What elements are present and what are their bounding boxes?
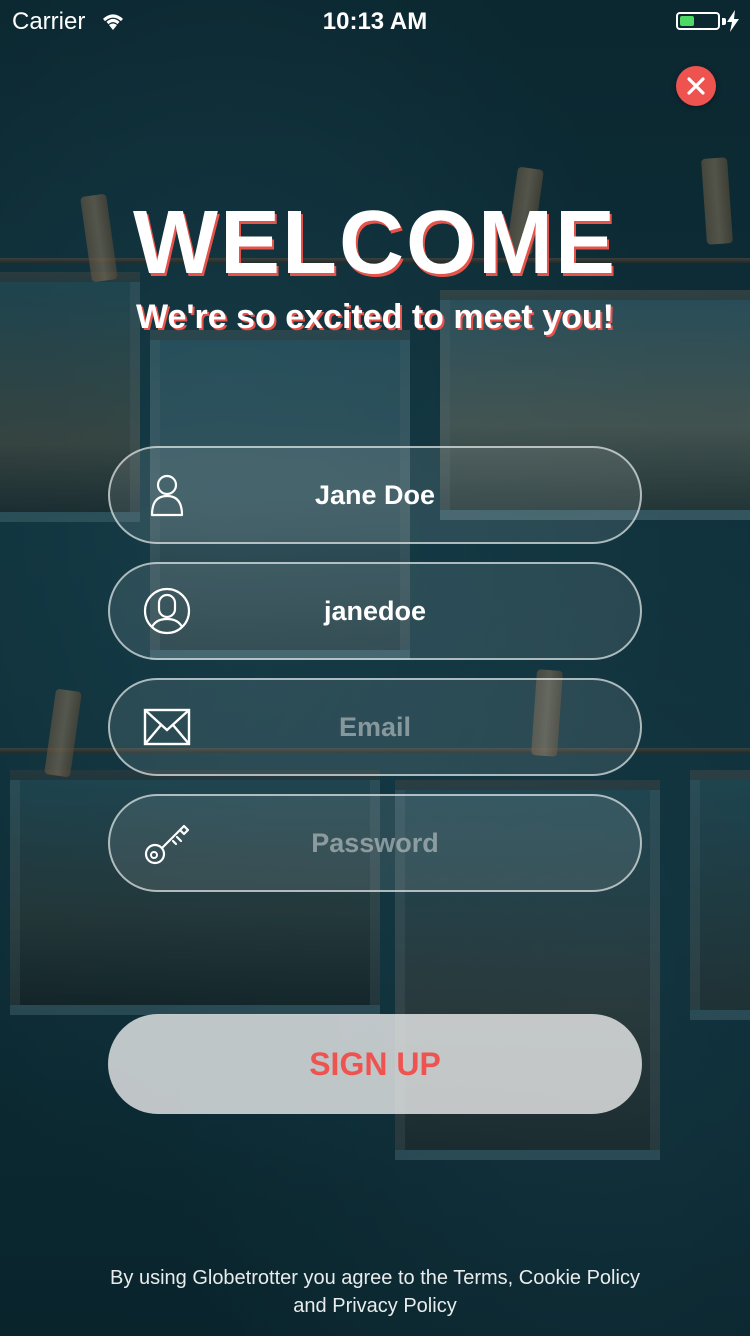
sign-up-button[interactable]: SIGN UP	[108, 1014, 642, 1114]
page-subtitle: We're so excited to meet you!	[136, 298, 614, 336]
charging-bolt-icon	[727, 10, 739, 32]
close-icon	[687, 77, 705, 95]
password-field[interactable]: Password	[108, 794, 642, 892]
user-icon	[150, 474, 184, 517]
full-name-value: Jane Doe	[314, 480, 436, 510]
signup-screen: Carrier 10:13 AM WELCOME We're so excite…	[0, 0, 750, 1336]
key-icon	[144, 824, 190, 865]
status-time: 10:13 AM	[322, 8, 428, 35]
user-avatar-icon	[143, 587, 191, 635]
status-bar: Carrier 10:13 AM	[0, 0, 750, 44]
battery-icon	[676, 12, 720, 30]
email-placeholder: Email	[338, 712, 412, 742]
page-title: WELCOME	[133, 193, 617, 293]
legal-text[interactable]: By using Globetrotter you agree to the T…	[110, 1264, 640, 1320]
password-placeholder: Password	[311, 828, 439, 858]
username-field[interactable]: janedoe	[108, 562, 642, 660]
email-field[interactable]: Email	[108, 678, 642, 776]
username-value: janedoe	[323, 596, 427, 626]
envelope-icon	[143, 708, 191, 746]
full-name-field[interactable]: Jane Doe	[108, 446, 642, 544]
close-button[interactable]	[676, 66, 716, 106]
